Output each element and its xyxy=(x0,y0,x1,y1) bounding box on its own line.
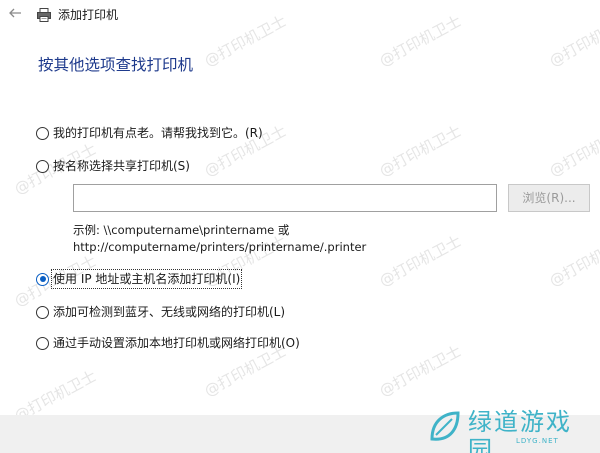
watermark: @打印机卫士 xyxy=(546,121,600,181)
logo-text: 绿道游戏园 xyxy=(468,408,572,453)
option-label[interactable]: 添加可检测到蓝牙、无线或网络的打印机(L) xyxy=(53,304,285,320)
option-bluetooth-wireless[interactable]: 添加可检测到蓝牙、无线或网络的打印机(L) xyxy=(36,303,285,321)
radio-manual-local[interactable] xyxy=(36,336,49,350)
shared-printer-name-input[interactable] xyxy=(73,184,497,212)
option-shared-by-name[interactable]: 按名称选择共享打印机(S) xyxy=(36,157,190,175)
option-label[interactable]: 按名称选择共享打印机(S) xyxy=(53,158,190,174)
watermark: @打印机卫士 xyxy=(376,341,465,401)
example-line-2: http://computername/printers/printername… xyxy=(73,240,367,254)
back-arrow-icon[interactable] xyxy=(6,6,24,24)
example-line-1: 示例: \\computername\printername 或 xyxy=(73,223,290,237)
radio-ip-hostname[interactable] xyxy=(36,272,49,286)
radio-shared-by-name[interactable] xyxy=(36,159,49,173)
watermark: @打印机卫士 xyxy=(376,231,465,291)
window-title: 添加打印机 xyxy=(58,8,119,22)
option-ip-hostname[interactable]: 使用 IP 地址或主机名添加打印机(I) xyxy=(36,269,243,289)
title-bar: 添加打印机 xyxy=(0,0,600,30)
example-text: 示例: \\computername\printername 或 http://… xyxy=(73,222,366,256)
option-label[interactable]: 通过手动设置添加本地打印机或网络打印机(O) xyxy=(53,335,300,351)
site-logo: 绿道游戏园 LDYG.NET xyxy=(420,404,596,453)
option-old-printer[interactable]: 我的打印机有点老。请帮我找到它。(R) xyxy=(36,124,263,142)
option-label[interactable]: 我的打印机有点老。请帮我找到它。(R) xyxy=(53,125,263,141)
watermark: @打印机卫士 xyxy=(546,231,600,291)
radio-old-printer[interactable] xyxy=(36,126,49,140)
watermark: @打印机卫士 xyxy=(376,121,465,181)
printer-icon xyxy=(36,7,52,23)
logo-subtext: LDYG.NET xyxy=(516,437,559,445)
radio-bluetooth-wireless[interactable] xyxy=(36,305,49,319)
leaf-logo-icon xyxy=(430,411,460,441)
browse-button[interactable]: 浏览(R)... xyxy=(508,184,590,212)
option-label[interactable]: 使用 IP 地址或主机名添加打印机(I) xyxy=(50,269,243,289)
page-heading: 按其他选项查找打印机 xyxy=(38,56,194,74)
option-manual-local[interactable]: 通过手动设置添加本地打印机或网络打印机(O) xyxy=(36,334,300,352)
